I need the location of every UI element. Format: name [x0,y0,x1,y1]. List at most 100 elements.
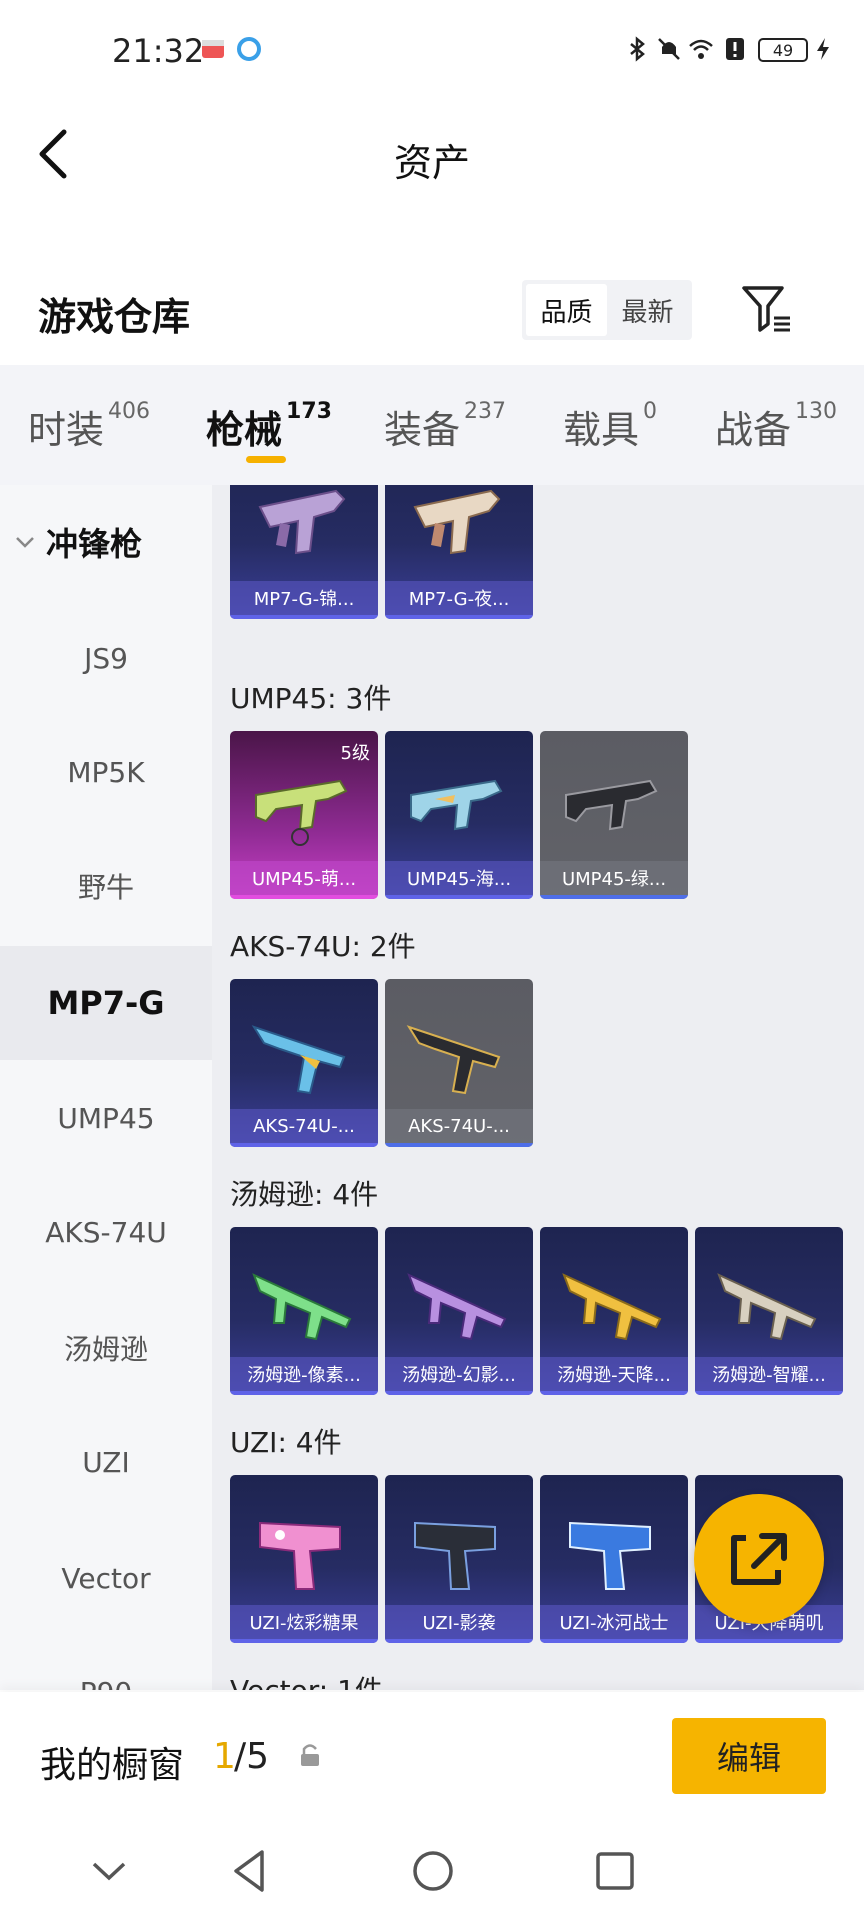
sidebar-item-js9[interactable]: JS9 [0,601,212,715]
sidebar-item-thompson[interactable]: 汤姆逊 [0,1291,212,1405]
weapon-card[interactable]: UZI-影袭 [385,1475,533,1643]
tab-count: 173 [286,399,332,424]
sidebar-item-mp7g[interactable]: MP7-G [0,946,212,1060]
rarity-stripe [385,1391,533,1395]
smg-icon [410,779,503,831]
warehouse-header: 游戏仓库 品质 最新 [0,260,864,365]
sidebar-item-mp5k[interactable]: MP5K [0,715,212,829]
rarity-stripe [540,1391,688,1395]
chevron-down-icon [16,537,34,548]
weapon-card-name: UZI-影袭 [385,1605,533,1639]
weapon-card[interactable]: UZI-冰河战士 [540,1475,688,1643]
battery-indicator: 49 [758,38,808,62]
rarity-stripe [540,895,688,899]
uzi-icon [414,1521,496,1590]
tab-label: 载具 [563,408,640,452]
rarity-stripe [540,1639,688,1643]
collapse-nav-icon[interactable] [84,1846,134,1896]
tab-equipment[interactable]: 装备 237 [384,399,506,454]
notification-q-icon [237,37,261,61]
category-tabs: 时装 406 枪械 173 装备 237 载具 0 战备 130 [0,365,864,485]
active-tab-indicator [246,456,286,463]
rarity-stripe [230,1143,378,1147]
weapon-card[interactable]: MP7-G-锦... [230,485,378,619]
alert-icon [726,38,744,60]
tab-count: 0 [643,399,658,424]
tab-count: 130 [795,399,838,424]
filter-icon[interactable] [738,280,796,338]
weapon-card-name: 汤姆逊-幻影... [385,1357,533,1391]
sort-quality-button[interactable]: 品质 [526,284,607,336]
weapon-card[interactable]: MP7-G-夜... [385,485,533,619]
weapon-card[interactable]: 汤姆逊-天降... [540,1227,688,1395]
sort-toggle: 品质 最新 [522,280,692,340]
tab-label: 装备 [384,408,461,452]
group-label: UMP45: 3件 [230,682,392,715]
weapon-card-name: 汤姆逊-智耀... [695,1357,843,1391]
sidebar-item-uzi[interactable]: UZI [0,1405,212,1519]
lock-icon [301,1744,319,1766]
status-bar: 21:32 49 [0,0,864,100]
sidebar-item-aks74u[interactable]: AKS-74U [0,1175,212,1289]
sidebar-item-p90[interactable]: P90 [0,1635,212,1691]
weapon-card-name: UMP45-萌... [230,861,378,895]
rarity-stripe [385,615,533,619]
sidebar-item-ump45[interactable]: UMP45 [0,1061,212,1175]
weapon-card-name: UZI-炫彩糖果 [230,1605,378,1639]
group-label: UZI: 4件 [230,1426,342,1459]
weapon-sidebar: 冲锋枪 JS9 MP5K 野牛 MP7-G UMP45 AKS-74U 汤姆逊 … [0,485,212,1690]
wifi-icon [689,39,713,59]
tab-count: 237 [464,399,507,424]
tab-gear[interactable]: 战备 130 [715,399,837,454]
sidebar-category-label: 冲锋枪 [46,525,143,563]
rarity-stripe [695,1391,843,1395]
weapon-card-name: AKS-74U-... [385,1109,533,1143]
weapon-card[interactable]: 5级 UMP45-萌... [230,731,378,899]
weapon-card[interactable]: AKS-74U-... [230,979,378,1147]
showcase-bar: 我的橱窗 1 /5 编辑 [0,1692,864,1822]
back-nav-icon[interactable] [224,1846,274,1896]
showcase-total: /5 [234,1736,270,1777]
uzi-icon [569,1521,651,1590]
recents-nav-icon[interactable] [590,1846,640,1896]
tab-fashion[interactable]: 时装 406 [28,399,150,454]
sort-latest-button[interactable]: 最新 [607,284,688,336]
weapon-card[interactable]: 汤姆逊-幻影... [385,1227,533,1395]
sidebar-category-header[interactable]: 冲锋枪 [0,485,212,599]
tab-firearms[interactable]: 枪械 173 [206,399,332,454]
tab-label: 时装 [28,408,105,452]
tab-count: 406 [108,399,151,424]
smg-icon [255,779,348,846]
showcase-current-count: 1 [213,1736,236,1777]
mute-icon [658,38,680,60]
showcase-title: 我的橱窗 [40,1745,185,1786]
tab-vehicles[interactable]: 载具 0 [563,399,657,454]
rarity-stripe [230,895,378,899]
sidebar-item-bizon[interactable]: 野牛 [0,829,212,943]
weapon-card[interactable]: AKS-74U-... [385,979,533,1147]
weapon-card-name: UMP45-绿... [540,861,688,895]
external-link-icon [731,1533,787,1585]
edit-button[interactable]: 编辑 [672,1718,826,1794]
status-time: 21:32 [112,32,205,70]
tab-label: 枪械 [206,408,283,452]
tommy-gun-icon [252,1273,352,1341]
sidebar-item-vector[interactable]: Vector [0,1521,212,1635]
home-nav-icon[interactable] [408,1846,458,1896]
weapon-card[interactable]: 汤姆逊-智耀... [695,1227,843,1395]
weapon-card[interactable]: UMP45-绿... [540,731,688,899]
weapon-card[interactable]: 汤姆逊-像素... [230,1227,378,1395]
tommy-gun-icon [717,1273,817,1341]
weapon-card-name: MP7-G-锦... [230,581,378,615]
rarity-stripe [230,1639,378,1643]
rifle-icon [251,1025,346,1095]
battery-level: 49 [772,40,794,60]
notification-app-icon [202,40,224,58]
weapon-card[interactable]: UZI-炫彩糖果 [230,1475,378,1643]
weapon-card[interactable]: UMP45-海... [385,731,533,899]
share-fab-button[interactable] [694,1494,824,1624]
bluetooth-icon [630,36,645,62]
group-label: 汤姆逊: 4件 [230,1178,379,1211]
rarity-stripe [230,1391,378,1395]
rarity-stripe [385,895,533,899]
